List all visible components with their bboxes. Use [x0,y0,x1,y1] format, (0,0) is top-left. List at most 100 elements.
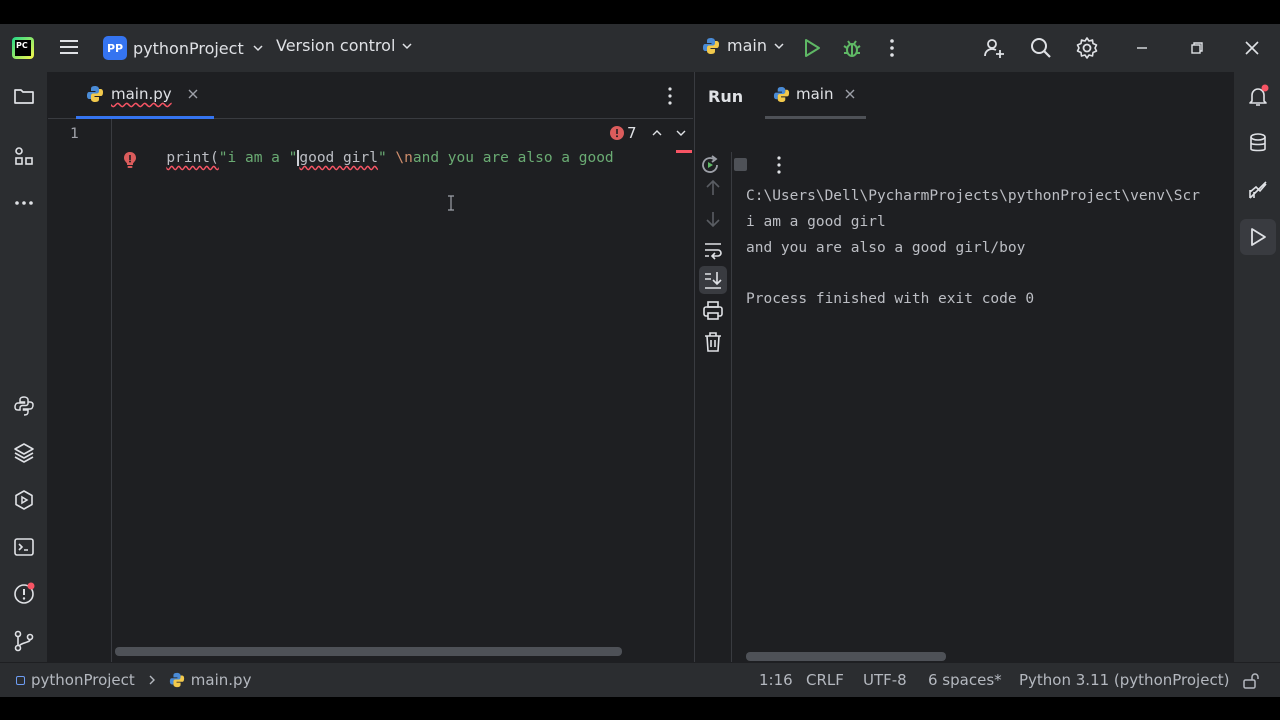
soft-wrap-icon[interactable] [701,238,725,262]
run-window-toggle[interactable] [1240,219,1276,255]
line-number: 1 [70,126,79,142]
code-string-1: "i am a " [218,150,298,166]
vcs-label: Version control [276,36,396,55]
git-icon[interactable] [12,629,36,653]
arrow-down-icon[interactable] [701,207,725,231]
search-icon[interactable] [1029,36,1053,60]
stop-icon[interactable] [734,158,747,171]
title-bar: PC PP pythonProject Version control main [0,24,1280,72]
file-encoding[interactable]: UTF-8 [863,671,907,689]
text-cursor-icon [448,195,454,211]
notifications-bell-icon[interactable] [1246,84,1270,108]
more-vertical-icon[interactable] [767,153,791,177]
python-interpreter[interactable]: Python 3.11 (pythonProject) [1019,671,1229,689]
restore-icon[interactable] [1185,36,1209,60]
pycharm-window: PC PP pythonProject Version control main [0,24,1280,697]
output-horizontal-scrollbar[interactable] [746,652,946,661]
python-file-icon [87,86,103,102]
problems-icon[interactable] [12,582,36,606]
editor-horizontal-scrollbar[interactable] [115,647,622,656]
line-separator[interactable]: CRLF [806,671,844,689]
project-badge: PP [103,36,127,60]
tab-label: main.py [111,85,172,103]
tab-main-py[interactable]: main.py [76,72,214,119]
python-icon [703,37,719,54]
line-gutter: 1 [48,119,136,662]
services-icon[interactable] [12,488,36,512]
output-line-3: and you are also a good girl/boy [746,240,1026,256]
code-line-1[interactable]: print("i am a " good girl" \nand you are … [114,122,614,166]
lock-open-icon[interactable] [1242,672,1260,690]
minimize-icon[interactable] [1130,36,1154,60]
database-icon[interactable] [1246,131,1270,155]
scroll-to-end-toggle[interactable] [699,266,727,294]
settings-gear-icon[interactable] [1075,36,1099,60]
problems-count: 7 [627,124,637,142]
folder-icon[interactable] [12,84,36,108]
chevron-down-icon [253,45,263,52]
more-vertical-icon[interactable] [658,84,682,108]
chevron-up-icon[interactable] [649,125,665,141]
chevron-down-icon[interactable] [673,125,689,141]
run-tool-window: Run main C:\Users\Dell\PycharmProjects\p… [694,72,1232,662]
code-string-2: and you are also a good [412,150,614,166]
editor-pane: main.py 1 print("i am a " good girl" \nan… [48,72,693,662]
status-bar: pythonProject main.py 1:16 CRLF UTF-8 6 … [0,662,1280,697]
scroll-to-end-icon [705,272,722,289]
code-bare-words: good girl [297,150,378,166]
tab-run-main[interactable]: main [765,72,866,119]
code-print-call: print( [166,150,219,166]
run-title: Run [708,87,744,106]
arrow-up-icon[interactable] [701,176,725,200]
breadcrumb: pythonProject main.py [16,671,251,689]
project-selector[interactable]: PP pythonProject [103,36,266,60]
add-user-icon[interactable] [982,36,1006,60]
run-tab-bar: Run main [695,72,1233,119]
output-line-1: C:\Users\Dell\PycharmProjects\pythonProj… [746,188,1200,204]
pycharm-logo-icon[interactable]: PC [12,37,34,59]
close-icon[interactable] [1240,36,1264,60]
output-line-5: Process finished with exit code 0 [746,291,1035,307]
run-config-selector[interactable]: main [702,36,787,55]
output-line-2: i am a good girl [746,214,886,230]
project-name: pythonProject [133,38,244,58]
python-file-icon [169,672,184,688]
python-console-icon[interactable] [12,394,36,418]
chevron-down-icon [774,42,784,49]
code-quote: " [377,150,387,166]
python-packages-icon[interactable] [12,441,36,465]
hamburger-icon [60,40,78,54]
left-tool-strip [0,72,48,662]
chevron-right-icon [149,675,155,685]
run-config-name: main [727,36,767,55]
breadcrumb-file[interactable]: main.py [191,671,252,689]
chevron-down-icon [402,42,412,49]
python-icon [773,86,790,102]
vcs-selector[interactable]: Version control [276,36,415,55]
right-tool-strip [1233,72,1280,662]
module-icon [16,675,25,685]
debug-icon[interactable] [840,36,864,60]
run-icon[interactable] [800,36,824,60]
error-stripe-marker[interactable] [676,150,692,153]
run-icon [1251,228,1266,246]
close-tab-icon[interactable] [186,87,200,101]
run-tab-label: main [796,85,834,103]
error-icon [610,126,624,140]
breadcrumb-project[interactable]: pythonProject [31,671,135,689]
code-escape: \n [386,150,413,166]
print-icon[interactable] [701,299,725,323]
indent-setting[interactable]: 6 spaces* [928,671,1002,689]
terminal-icon[interactable] [12,535,36,559]
editor-tab-bar: main.py [48,72,693,119]
close-tab-icon[interactable] [843,87,857,101]
sciview-chart-icon[interactable] [1246,178,1270,202]
structure-icon[interactable] [12,145,36,169]
more-vertical-icon[interactable] [880,36,904,60]
problems-widget[interactable]: 7 [610,124,693,142]
more-horizontal-icon[interactable] [12,191,36,215]
main-menu-button[interactable] [58,36,80,58]
run-side-toolbar [695,152,732,662]
trash-icon[interactable] [701,330,725,354]
caret-position[interactable]: 1:16 [759,671,793,689]
